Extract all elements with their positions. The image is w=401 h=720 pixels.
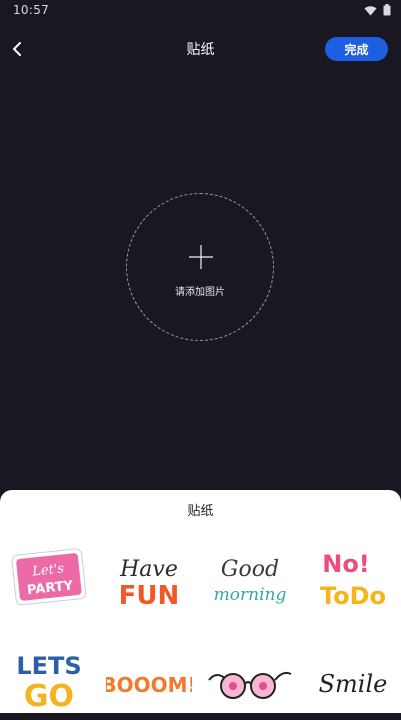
sticker-good-morning[interactable]: Good morning [207,538,293,618]
sticker-text: LETS [16,652,81,680]
sticker-lets-party[interactable]: Let's PARTY [5,538,91,618]
sticker-text: No! [322,550,370,578]
nav-bar: 贴纸 完成 [0,30,401,68]
sticker-sheet: 贴纸 Let's PARTY Have FUN Good morning No!… [0,490,401,716]
status-icons [364,4,391,16]
sticker-booom[interactable]: BOOOM! [106,640,192,720]
sticker-text: Good [221,557,279,582]
sticker-text: BOOOM! [106,673,192,697]
sticker-text: FUN [119,581,180,611]
wifi-icon [364,5,377,15]
battery-icon [383,4,391,16]
sticker-text: GO [24,679,74,714]
status-time: 10:57 [13,3,50,17]
add-image-button[interactable]: 请添加图片 [126,193,274,341]
sticker-no-todo[interactable]: No! ToDo [310,538,396,618]
sticker-text: Smile [319,670,388,698]
status-bar: 10:57 [0,0,401,22]
sticker-glasses[interactable] [207,640,293,720]
plus-icon [189,245,213,269]
sticker-have-fun[interactable]: Have FUN [106,538,192,618]
sheet-title: 贴纸 [187,504,214,519]
sticker-lets-go[interactable]: LETS GO [5,640,91,720]
sticker-text: morning [214,585,287,605]
sticker-text: Have [119,557,178,582]
add-image-label: 请添加图片 [175,287,225,298]
sticker-smile[interactable]: Smile [310,640,396,720]
sticker-text: ToDo [320,582,386,610]
done-button[interactable]: 完成 [325,37,388,61]
